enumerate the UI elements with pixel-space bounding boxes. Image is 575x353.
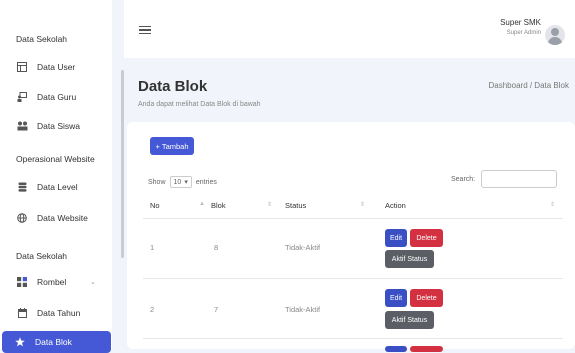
sort-icon[interactable]: ⇕ [267,201,272,208]
activate-status-button[interactable]: Aktif Status [385,311,434,329]
sidebar-item-data-blok[interactable]: Data Blok [2,331,111,353]
cell-no: 1 [150,243,155,252]
add-button[interactable]: + Tambah [150,137,194,155]
column-header-status[interactable]: Status [285,201,306,210]
sidebar-scrollbar[interactable] [121,70,124,258]
cell-status: Tidak-Aktif [285,243,321,252]
topbar [124,0,575,58]
entries-label: entries [195,178,217,186]
column-header-blok[interactable]: Blok [211,201,226,210]
user-name[interactable]: Super SMK [500,18,541,27]
breadcrumb[interactable]: Dashboard / Data Blok [489,81,570,90]
delete-button-partial[interactable] [410,346,443,352]
hamburger-icon[interactable] [139,26,151,36]
sidebar-item-data-user[interactable]: Data User [16,58,112,76]
show-label: Show [148,178,166,186]
sidebar-item-data-website[interactable]: Data Website [16,209,112,227]
sidebar-item-label: Data Tahun [37,308,81,318]
table-icon [16,61,28,73]
cell-blok: 8 [214,243,219,252]
edit-button-partial[interactable] [385,346,407,352]
sidebar-item-label: Data Level [37,182,78,192]
sidebar-item-label: Data Blok [35,337,72,347]
database-icon [16,181,28,193]
search-input[interactable] [481,170,557,188]
person-board-icon [16,91,28,103]
row-divider [143,278,563,279]
sort-asc-icon[interactable]: ▲ [199,201,205,207]
sidebar-heading-data-sekolah: Data Sekolah [16,34,68,44]
sidebar-heading-operasional-website: Operasional Website [16,154,95,164]
search-label: Search: [451,176,476,183]
page-title: Data Blok [138,78,208,95]
edit-button[interactable]: Edit [385,289,407,307]
sidebar [0,0,112,349]
sort-icon[interactable]: ⇕ [360,201,365,208]
sidebar-item-label: Data Website [37,213,88,223]
cell-no: 2 [150,305,155,314]
entries-control: Show 10 ▾ entries [148,176,217,188]
sidebar-item-label: Data User [37,62,76,72]
globe-icon [16,212,28,224]
edit-button[interactable]: Edit [385,229,407,247]
sidebar-item-data-guru[interactable]: Data Guru [16,88,112,106]
delete-button[interactable]: Delete [410,229,443,247]
sidebar-item-label: Rombel [37,277,67,287]
row-divider [143,338,563,339]
grid-icon [16,276,28,288]
sidebar-item-label: Data Siswa [37,121,80,131]
delete-button[interactable]: Delete [410,289,443,307]
content-card [127,122,575,349]
entries-value: 10 [173,178,182,186]
students-icon [16,120,28,132]
sidebar-heading-data-sekolah-2: Data Sekolah [16,251,68,261]
chevron-down-icon[interactable]: ⌄ [90,278,96,286]
sidebar-item-data-tahun[interactable]: Data Tahun [16,304,112,322]
entries-select[interactable]: 10 ▾ [169,176,192,188]
activate-status-button[interactable]: Aktif Status [385,250,434,268]
sort-icon[interactable]: ⇕ [550,201,555,208]
column-header-action[interactable]: Action [385,201,406,210]
header-divider [143,218,563,219]
column-header-no[interactable]: No [150,201,160,210]
user-role: Super Admin [506,30,541,36]
sidebar-item-data-siswa[interactable]: Data Siswa [16,117,112,135]
sidebar-item-rombel[interactable]: Rombel [16,273,112,291]
sidebar-item-label: Data Guru [37,92,77,102]
page-subtitle: Anda dapat melihat Data Blok di bawah [138,101,261,108]
avatar[interactable] [545,25,565,45]
calendar-icon [16,307,28,319]
cell-blok: 7 [214,305,219,314]
sidebar-item-data-level[interactable]: Data Level [16,178,112,196]
cell-status: Tidak-Aktif [285,305,321,314]
chevron-down-icon: ▾ [184,179,188,186]
star-icon [14,336,26,348]
